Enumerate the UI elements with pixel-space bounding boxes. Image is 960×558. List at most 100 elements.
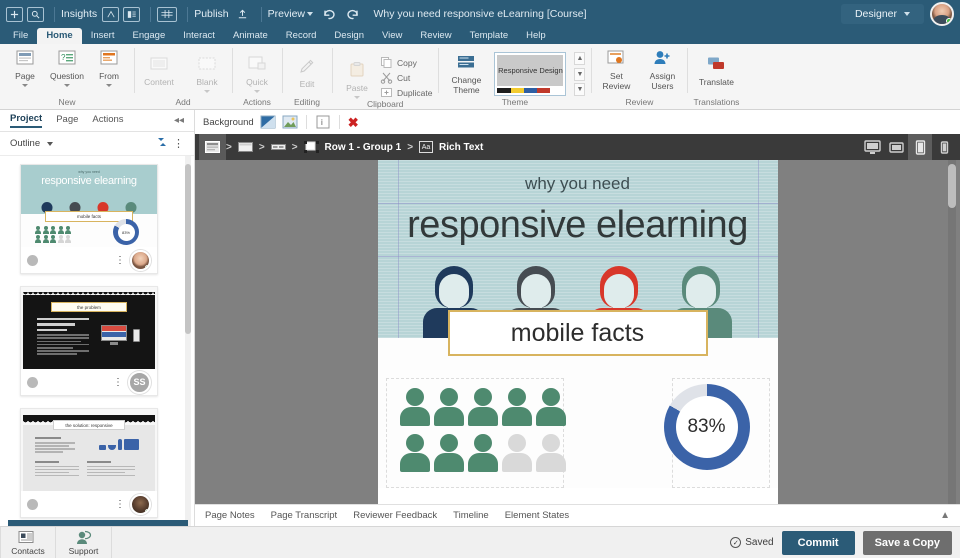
more-icon[interactable]: ▼ <box>574 83 585 96</box>
thumbnail-scrollbar-thumb[interactable] <box>185 164 191 334</box>
chevron-up-icon[interactable]: ▲ <box>940 510 950 521</box>
change-theme-button[interactable]: Change Theme <box>444 53 488 95</box>
menu-tab-review[interactable]: Review <box>411 28 460 44</box>
duplicate-button[interactable]: Duplicate <box>380 86 432 99</box>
hero-subtitle[interactable]: why you need <box>378 174 778 194</box>
new-question-button[interactable]: ? Question <box>48 49 86 87</box>
set-review-button[interactable]: Set Review <box>597 49 635 91</box>
mobile-facts-banner[interactable]: mobile facts <box>448 310 708 356</box>
mobile-view-icon[interactable] <box>932 134 956 160</box>
menu-tab-record[interactable]: Record <box>277 28 326 44</box>
background-color-icon[interactable] <box>260 115 276 129</box>
chevron-down-icon[interactable] <box>22 84 28 87</box>
canvas-scrollbar-track[interactable] <box>948 160 956 504</box>
translate-button[interactable]: Translate <box>694 55 738 87</box>
publish-label[interactable]: Publish <box>194 8 228 20</box>
insights-label[interactable]: Insights <box>61 8 97 20</box>
avatar[interactable] <box>930 2 954 26</box>
chevron-down-icon[interactable] <box>307 12 313 16</box>
menu-tab-help[interactable]: Help <box>517 28 555 44</box>
chart-icon[interactable] <box>102 7 119 22</box>
undo-icon[interactable] <box>319 7 339 22</box>
menu-tab-design[interactable]: Design <box>325 28 373 44</box>
background-image-icon[interactable] <box>282 115 298 129</box>
paste-button[interactable]: Paste <box>338 53 376 99</box>
page-status-dot[interactable] <box>27 499 38 510</box>
chevron-down-icon[interactable] <box>47 142 53 146</box>
sync-icon[interactable] <box>156 136 168 151</box>
tab-timeline[interactable]: Timeline <box>453 510 489 521</box>
avatar[interactable]: SS <box>128 371 151 394</box>
add-icon[interactable] <box>6 7 23 22</box>
page-thumbnail-2[interactable]: the problem ⋮ <box>20 286 158 396</box>
add-content-button[interactable]: Content <box>140 55 178 87</box>
chevron-up-icon[interactable]: ▲ <box>574 52 585 65</box>
menu-tab-animate[interactable]: Animate <box>224 28 277 44</box>
canvas-scrollbar-thumb[interactable] <box>948 164 956 208</box>
laptop-view-icon[interactable] <box>884 134 908 160</box>
grid-icon[interactable] <box>157 7 177 22</box>
left-tab-project[interactable]: Project <box>10 113 42 128</box>
page-status-dot[interactable] <box>27 255 38 266</box>
support-button[interactable]: Support <box>56 527 112 558</box>
kebab-menu-icon[interactable]: ⋮ <box>115 256 125 265</box>
chevron-down-icon[interactable] <box>204 90 210 93</box>
page-thumbnail-1[interactable]: why you need responsive elearning mobile… <box>20 164 158 274</box>
page-canvas[interactable]: why you need responsive elearning <box>378 160 778 504</box>
theme-preview-card[interactable]: Responsive Design <box>494 52 566 96</box>
preview-search-icon[interactable] <box>27 7 44 22</box>
avatar[interactable] <box>130 494 151 515</box>
background-info-icon[interactable]: i <box>315 115 331 129</box>
breadcrumb-item-richtext[interactable]: Aa Rich Text <box>413 134 489 160</box>
kebab-menu-icon[interactable]: ⋮ <box>115 500 125 509</box>
tab-element-states[interactable]: Element States <box>505 510 569 521</box>
tab-reviewer-feedback[interactable]: Reviewer Feedback <box>353 510 437 521</box>
facts-section[interactable]: mobile facts <box>378 338 778 488</box>
kebab-menu-icon[interactable]: ⋮ <box>113 378 123 387</box>
new-page-button[interactable]: Page <box>6 49 44 87</box>
collapse-panel-icon[interactable]: ◂◂ <box>174 115 184 126</box>
breadcrumb-item-row[interactable] <box>265 134 292 160</box>
edit-button[interactable]: Edit <box>288 57 326 89</box>
tablet-view-icon[interactable] <box>908 134 932 160</box>
report-icon[interactable] <box>123 7 140 22</box>
breadcrumb-item-section[interactable] <box>232 134 259 160</box>
kebab-menu-icon[interactable]: ⋮ <box>173 137 184 150</box>
quick-action-button[interactable]: Quick <box>238 55 276 93</box>
hero-title[interactable]: responsive elearning <box>378 204 778 247</box>
save-a-copy-button[interactable]: Save a Copy <box>863 531 952 555</box>
chevron-down-icon[interactable] <box>354 96 360 99</box>
new-from-template-button[interactable]: From <box>90 49 128 87</box>
cut-button[interactable]: Cut <box>380 71 432 84</box>
copy-button[interactable]: Copy <box>380 56 432 69</box>
menu-tab-engage[interactable]: Engage <box>123 28 174 44</box>
chevron-down-icon[interactable] <box>254 90 260 93</box>
tab-page-notes[interactable]: Page Notes <box>205 510 255 521</box>
assign-users-button[interactable]: Assign Users <box>643 49 681 91</box>
page-thumbnail-3[interactable]: the solution: responsive <box>20 408 158 518</box>
page-thumbnail-list[interactable]: why you need responsive elearning mobile… <box>0 156 194 526</box>
commit-button[interactable]: Commit <box>782 531 855 555</box>
breadcrumb-item-group[interactable]: Row 1 - Group 1 <box>298 134 408 160</box>
add-blank-button[interactable]: Blank <box>188 55 226 93</box>
contacts-button[interactable]: Contacts <box>0 527 56 558</box>
page-status-dot[interactable] <box>27 377 38 388</box>
menu-tab-template[interactable]: Template <box>461 28 518 44</box>
upload-icon[interactable] <box>234 7 251 22</box>
canvas-area[interactable]: why you need responsive elearning <box>195 160 960 504</box>
menu-tab-insert[interactable]: Insert <box>82 28 124 44</box>
chevron-down-icon[interactable]: ▼ <box>574 68 585 81</box>
left-tab-actions[interactable]: Actions <box>92 114 123 127</box>
role-switcher[interactable]: Designer <box>841 4 924 24</box>
remove-background-icon[interactable]: ✖ <box>348 116 359 129</box>
tab-page-transcript[interactable]: Page Transcript <box>271 510 338 521</box>
left-tab-page[interactable]: Page <box>56 114 78 127</box>
desktop-view-icon[interactable] <box>860 134 884 160</box>
breadcrumb-item-page[interactable] <box>199 134 226 160</box>
menu-tab-file[interactable]: File <box>4 28 37 44</box>
menu-tab-interact[interactable]: Interact <box>174 28 224 44</box>
chevron-down-icon[interactable] <box>106 84 112 87</box>
menu-tab-view[interactable]: View <box>373 28 411 44</box>
redo-icon[interactable] <box>343 7 363 22</box>
chevron-down-icon[interactable] <box>64 84 70 87</box>
